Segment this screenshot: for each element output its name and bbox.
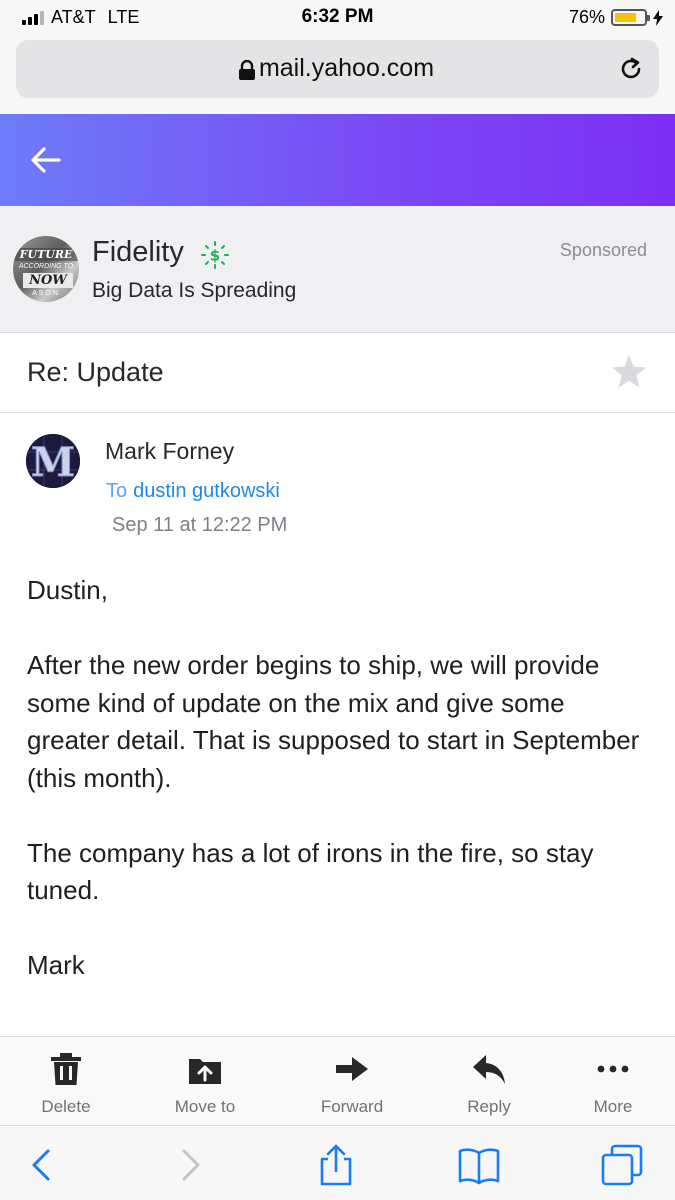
- browser-bottom-bar: [0, 1127, 675, 1200]
- url-text[interactable]: mail.yahoo.com: [16, 54, 659, 83]
- body-paragraph: Dustin,: [27, 575, 108, 605]
- body-paragraph: Mark: [27, 950, 85, 980]
- browser-address-area: mail.yahoo.com: [0, 36, 675, 114]
- reply-label: Reply: [467, 1097, 511, 1116]
- delete-label: Delete: [41, 1097, 91, 1116]
- battery-percent: 76%: [568, 7, 605, 27]
- avatar-letter: M: [31, 439, 75, 486]
- sponsored-label: Sponsored: [559, 240, 647, 260]
- status-bar: AT&T LTE 6:32 PM 76%: [0, 0, 675, 36]
- reload-icon[interactable]: [617, 55, 645, 83]
- move-to-folder-icon: [189, 1059, 221, 1084]
- mail-header: [0, 114, 675, 206]
- sender-avatar[interactable]: M: [26, 434, 80, 488]
- move-to-button[interactable]: Move to: [150, 1051, 260, 1117]
- reply-button[interactable]: Reply: [434, 1051, 544, 1117]
- sender-name[interactable]: Mark Forney: [105, 438, 234, 465]
- forward-button[interactable]: Forward: [297, 1051, 407, 1117]
- ad-logo-text: FUTURE: [13, 248, 79, 261]
- subject-row: Re: Update: [0, 333, 675, 413]
- forward-chevron-icon[interactable]: [168, 1143, 212, 1187]
- battery-icon: [611, 9, 650, 26]
- ad-logo-text: ASON: [32, 290, 60, 297]
- forward-arrow-icon: [336, 1057, 368, 1081]
- to-label: To: [106, 480, 128, 502]
- message-date: Sep 11 at 12:22 PM: [112, 514, 288, 536]
- more-label: More: [593, 1097, 633, 1116]
- ad-logo: FUTURE ACCORDING TO NOW ASON: [13, 236, 79, 302]
- recipient-line: To dustin gutkowski: [106, 480, 280, 503]
- body-paragraph: After the new order begins to ship, we w…: [27, 650, 640, 793]
- recipient-name[interactable]: dustin gutkowski: [133, 480, 280, 502]
- ad-logo-text: NOW: [23, 273, 73, 288]
- bookmarks-icon[interactable]: [457, 1143, 501, 1187]
- more-dots-icon: [597, 1065, 629, 1073]
- back-arrow-icon[interactable]: [30, 146, 62, 174]
- ad-headline[interactable]: Big Data Is Spreading: [92, 279, 296, 303]
- star-icon[interactable]: [610, 353, 648, 391]
- message-subject: Re: Update: [27, 357, 164, 387]
- more-button[interactable]: More: [558, 1051, 668, 1117]
- address-bar[interactable]: mail.yahoo.com: [16, 40, 659, 98]
- tabs-icon[interactable]: [600, 1143, 644, 1187]
- reply-arrow-icon: [473, 1055, 505, 1084]
- body-paragraph: The company has a lot of irons in the fi…: [27, 837, 594, 906]
- battery-fill: [615, 13, 637, 22]
- charging-bolt-icon: [653, 9, 663, 26]
- svg-text:$: $: [210, 247, 220, 265]
- back-chevron-icon[interactable]: [20, 1143, 64, 1187]
- delete-button[interactable]: Delete: [11, 1051, 121, 1117]
- ad-logo-text: ACCORDING TO: [18, 263, 74, 270]
- status-right: 76%: [569, 7, 663, 28]
- message-body: Dustin, After the new order begins to sh…: [27, 572, 647, 1022]
- move-to-label: Move to: [174, 1097, 236, 1116]
- trash-icon: [51, 1053, 81, 1085]
- avatar-image: M: [26, 434, 80, 488]
- sponsored-ad[interactable]: FUTURE ACCORDING TO NOW ASON Fidelity $ …: [0, 206, 675, 333]
- sponsored-dollar-icon: $: [201, 241, 229, 269]
- share-icon[interactable]: [314, 1143, 358, 1187]
- message-toolbar: Delete Move to Forward Reply More: [0, 1036, 675, 1126]
- ad-advertiser[interactable]: Fidelity: [92, 236, 184, 269]
- forward-label: Forward: [320, 1097, 384, 1116]
